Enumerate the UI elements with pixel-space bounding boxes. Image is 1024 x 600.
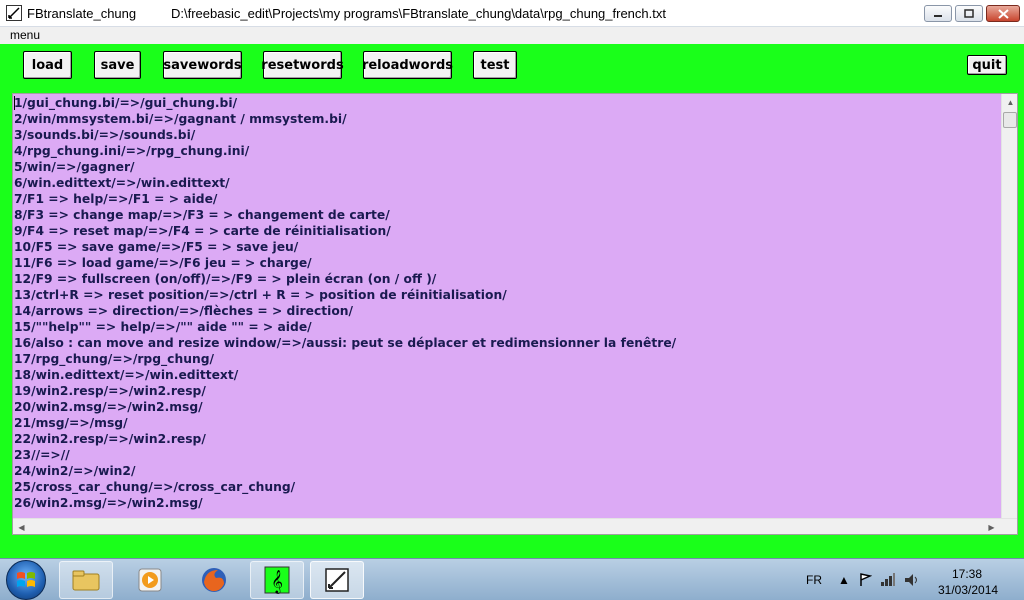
taskbar-media-player[interactable]	[123, 561, 177, 599]
editor-line[interactable]: 26/win2.msg/=>/win2.msg/	[13, 495, 1001, 511]
editor-line[interactable]: 23//=>//	[13, 447, 1001, 463]
editor-line[interactable]: 14/arrows => direction/=>/flèches = > di…	[13, 303, 1001, 319]
vertical-scrollbar[interactable]: ▲	[1001, 94, 1017, 518]
menu-item-menu[interactable]: menu	[10, 28, 40, 42]
folder-icon	[72, 570, 100, 591]
editor-line[interactable]: 17/rpg_chung/=>/rpg_chung/	[13, 351, 1001, 367]
editor-line[interactable]: 11/F6 => load game/=>/F6 jeu = > charge/	[13, 255, 1001, 271]
file-path: D:\freebasic_edit\Projects\my programs\F…	[171, 6, 666, 21]
editor-line[interactable]: 13/ctrl+R => reset position/=>/ctrl + R …	[13, 287, 1001, 303]
editor-line[interactable]: 4/rpg_chung.ini/=>/rpg_chung.ini/	[13, 143, 1001, 159]
tray-expand-icon[interactable]: ▲	[838, 572, 850, 588]
editor-line[interactable]: 15/""help"" => help/=>/"" aide "" = > ai…	[13, 319, 1001, 335]
editor-line[interactable]: 3/sounds.bi/=>/sounds.bi/	[13, 127, 1001, 143]
minimize-icon	[934, 14, 942, 17]
volume-icon[interactable]	[904, 572, 920, 588]
close-icon	[997, 8, 1009, 19]
taskbar: 𝄞 FR ▲ 17:38 31/03/2014	[0, 558, 1024, 600]
network-icon[interactable]	[880, 572, 896, 588]
scroll-right-icon[interactable]: ▶	[983, 519, 1000, 534]
resetwords-button[interactable]: resetwords	[261, 51, 344, 79]
reloadwords-button[interactable]: reloadwords	[362, 51, 453, 79]
editor-line[interactable]: 6/win.edittext/=>/win.edittext/	[13, 175, 1001, 191]
scroll-up-icon[interactable]: ▲	[1002, 94, 1017, 111]
windows-logo-icon	[17, 572, 35, 587]
quit-button[interactable]: quit	[967, 55, 1007, 75]
editor-line[interactable]: 8/F3 => change map/=>/F3 = > changement …	[13, 207, 1001, 223]
clock-date[interactable]: 31/03/2014	[938, 583, 998, 597]
savewords-button[interactable]: savewords	[163, 51, 242, 79]
editor-line[interactable]: 22/win2.resp/=>/win2.resp/	[13, 431, 1001, 447]
start-button[interactable]	[6, 560, 46, 600]
action-center-flag-icon[interactable]	[858, 572, 872, 588]
editor-line[interactable]: 1/gui_chung.bi/=>/gui_chung.bi/	[13, 95, 1001, 111]
svg-text:𝄞: 𝄞	[271, 569, 283, 594]
taskbar-fbtranslate[interactable]	[310, 561, 364, 599]
media-player-icon	[138, 568, 162, 592]
editor-line[interactable]: 7/F1 => help/=>/F1 = > aide/	[13, 191, 1001, 207]
close-button[interactable]	[986, 5, 1020, 22]
text-caret	[14, 96, 15, 110]
editor-line[interactable]: 10/F5 => save game/=>/F5 = > save jeu/	[13, 239, 1001, 255]
taskbar-music-app[interactable]: 𝄞	[250, 561, 304, 599]
editor-line[interactable]: 20/win2.msg/=>/win2.msg/	[13, 399, 1001, 415]
save-button[interactable]: save	[94, 51, 141, 79]
editor-line[interactable]: 18/win.edittext/=>/win.edittext/	[13, 367, 1001, 383]
editor-line[interactable]: 19/win2.resp/=>/win2.resp/	[13, 383, 1001, 399]
clock-time[interactable]: 17:38	[952, 567, 982, 581]
scroll-left-icon[interactable]: ◀	[13, 519, 30, 534]
treble-clef-icon: 𝄞	[264, 566, 290, 594]
editor-line[interactable]: 25/cross_car_chung/=>/cross_car_chung/	[13, 479, 1001, 495]
fbtranslate-icon	[325, 568, 349, 592]
editor-line[interactable]: 12/F9 => fullscreen (on/off)/=>/F9 = > p…	[13, 271, 1001, 287]
test-button[interactable]: test	[473, 51, 517, 79]
menu-bar: menu	[0, 27, 1024, 44]
editor-line[interactable]: 2/win/mmsystem.bi/=>/gagnant / mmsystem.…	[13, 111, 1001, 127]
editor-line[interactable]: 9/F4 => reset map/=>/F4 = > carte de réi…	[13, 223, 1001, 239]
app-icon[interactable]	[6, 5, 22, 21]
maximize-button[interactable]	[955, 5, 983, 22]
editor-line[interactable]: 16/also : can move and resize window/=>/…	[13, 335, 1001, 351]
taskbar-firefox[interactable]	[187, 561, 241, 599]
app-title: FBtranslate_chung	[27, 6, 137, 21]
title-bar[interactable]: FBtranslate_chung D:\freebasic_edit\Proj…	[0, 0, 1024, 27]
horizontal-scrollbar[interactable]: ◀ ▶	[13, 518, 1017, 534]
editor-lines[interactable]: 1/gui_chung.bi/=>/gui_chung.bi/2/win/mms…	[13, 95, 1001, 511]
load-button[interactable]: load	[23, 51, 72, 79]
language-indicator[interactable]: FR	[806, 573, 822, 587]
scroll-thumb[interactable]	[1003, 112, 1017, 128]
minimize-button[interactable]	[924, 5, 952, 22]
editor-line[interactable]: 5/win/=>/gagner/	[13, 159, 1001, 175]
editor-line[interactable]: 21/msg/=>/msg/	[13, 415, 1001, 431]
taskbar-explorer[interactable]	[59, 561, 113, 599]
maximize-icon	[964, 9, 974, 18]
editor-line[interactable]: 24/win2/=>/win2/	[13, 463, 1001, 479]
text-editor[interactable]: 1/gui_chung.bi/=>/gui_chung.bi/2/win/mms…	[12, 93, 1018, 535]
firefox-icon	[202, 568, 226, 592]
